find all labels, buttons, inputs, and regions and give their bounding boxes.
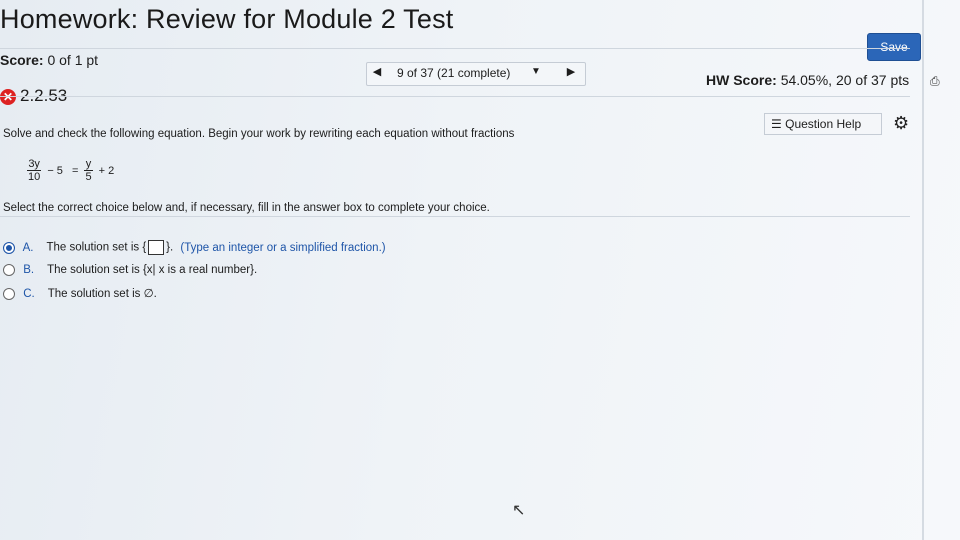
choice-text: The solution set is [46, 241, 140, 254]
choice-b[interactable]: B. The solution set is {x| x is a real n… [3, 264, 257, 276]
numerator: 3y [27, 158, 42, 171]
question-help-button[interactable]: ☰ Question Help [764, 113, 882, 135]
page-title: Homework: Review for Module 2 Test [0, 4, 454, 34]
radio-button[interactable] [3, 241, 15, 254]
question-help-label: Question Help [785, 117, 862, 131]
page-right-border [922, 0, 924, 540]
radio-button[interactable] [3, 264, 15, 276]
choice-text: The solution set is {x| x is a real numb… [47, 264, 258, 277]
answer-input[interactable] [148, 240, 165, 255]
denominator: 10 [28, 171, 41, 183]
question-progress-dropdown[interactable]: 9 of 37 (21 complete) [397, 66, 510, 80]
hw-score: HW Score: 54.05%, 20 of 37 pts [706, 72, 909, 88]
choice-text-end: . [170, 241, 174, 254]
instructions: Solve and check the following equation. … [3, 128, 515, 140]
equation-op: − 5 [47, 164, 63, 177]
divider [0, 216, 910, 217]
answer-hint: (Type an integer or a simplified fractio… [180, 241, 386, 254]
question-navigator: ◀ 9 of 37 (21 complete) ▼ ▶ [366, 62, 586, 86]
score-value: 0 of 1 pt [47, 52, 99, 68]
select-prompt: Select the correct choice below and, if … [3, 202, 490, 214]
radio-button[interactable] [3, 287, 15, 300]
save-button[interactable]: Save [867, 33, 921, 61]
next-question-icon[interactable]: ▶ [563, 65, 579, 78]
choice-letter: B. [23, 264, 35, 277]
hw-score-label: HW Score: [706, 72, 777, 88]
score: Score: 0 of 1 pt [0, 52, 98, 68]
choice-c[interactable]: C. The solution set is ∅. [3, 286, 157, 300]
list-icon: ☰ [771, 117, 782, 131]
divider [0, 48, 910, 49]
gear-icon[interactable]: ⚙ [893, 113, 909, 134]
choice-letter: A. [22, 241, 34, 254]
print-icon[interactable]: ⎙ [930, 74, 940, 89]
previous-question-icon[interactable]: ◀ [369, 65, 385, 78]
mouse-cursor-icon: ↖ [512, 502, 526, 519]
equation: 3y 10 − 5 = y 5 + 2 [27, 158, 117, 183]
fraction-left: 3y 10 [27, 158, 42, 183]
equation-op: = [71, 164, 79, 177]
divider [0, 96, 910, 97]
numerator: y [84, 158, 93, 171]
equation-op: + 2 [98, 164, 115, 177]
choice-a[interactable]: A. The solution set is {}. (Type an inte… [3, 240, 386, 255]
choice-letter: C. [23, 288, 35, 300]
choice-text: The solution set is ∅. [47, 288, 157, 300]
denominator: 5 [85, 171, 92, 183]
hw-score-value: 54.05%, 20 of 37 pts [780, 72, 910, 88]
answer-box-open: { [142, 241, 147, 254]
fraction-right: y 5 [84, 158, 93, 183]
chevron-down-icon[interactable]: ▼ [531, 66, 541, 77]
score-label: Score: [0, 52, 44, 68]
